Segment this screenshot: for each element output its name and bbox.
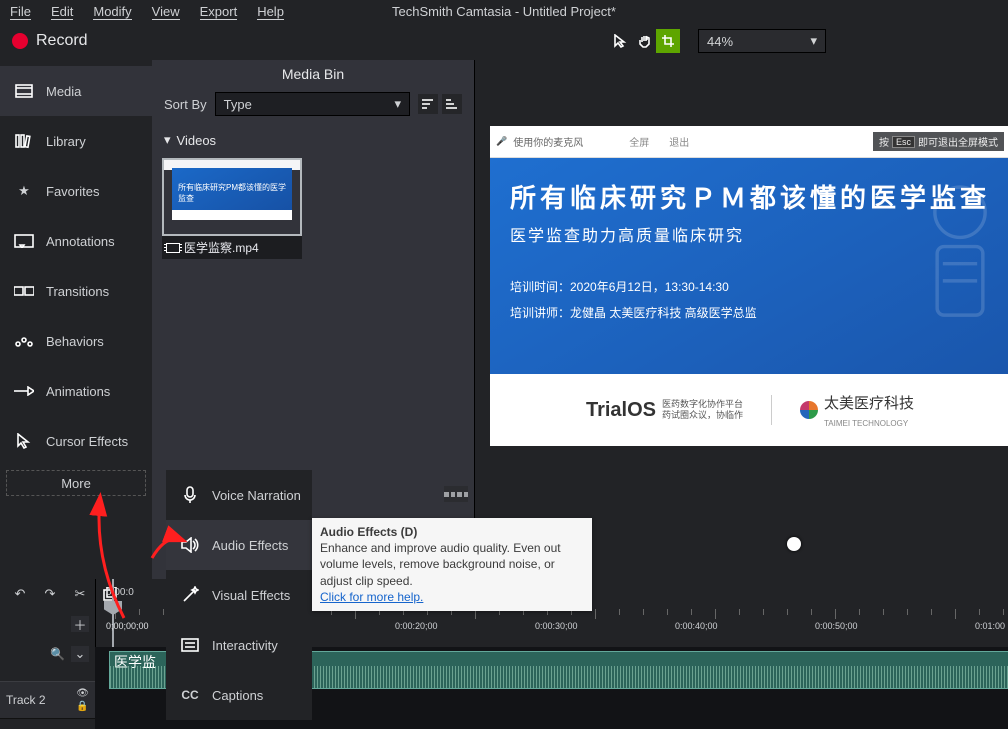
playhead-time: 0;00;00;00 — [106, 621, 149, 631]
cut-button[interactable]: ✂ — [70, 584, 90, 604]
sidebar-item-library[interactable]: Library — [0, 116, 152, 166]
sidebar-item-favorites[interactable]: ★ Favorites — [0, 166, 152, 216]
undo-button[interactable]: ↶ — [10, 584, 30, 604]
app-title: TechSmith Camtasia - Untitled Project* — [392, 4, 616, 19]
sort-by-label: Sort By — [164, 97, 207, 112]
record-icon — [12, 33, 28, 49]
sort-asc-icon[interactable] — [418, 94, 438, 114]
star-icon: ★ — [14, 181, 34, 201]
pan-tool[interactable] — [632, 29, 656, 53]
sidebar-item-media[interactable]: Media — [0, 66, 152, 116]
track-visible-icon[interactable]: 👁 — [76, 688, 89, 699]
menu-modify[interactable]: Modify — [93, 4, 131, 19]
menu-export[interactable]: Export — [200, 4, 238, 19]
wand-icon — [180, 586, 200, 604]
slide-logos: TrialOS 医药数字化协作平台药试圈众议，协临作 太美医疗科技TAIMEI … — [490, 374, 1008, 446]
redo-button[interactable]: ↷ — [40, 584, 60, 604]
zoom-select[interactable]: 44% ▾ — [698, 29, 826, 53]
tooltip-help-link[interactable]: Click for more help. — [320, 590, 423, 604]
behaviors-icon — [14, 331, 34, 351]
mic-icon — [180, 486, 200, 504]
slide-speaker: 培训讲师：龙健晶 太美医疗科技 高级医学总监 — [510, 304, 757, 321]
section-videos[interactable]: ▾ Videos — [152, 126, 474, 154]
more-interactivity[interactable]: Interactivity — [166, 620, 312, 670]
sort-desc-icon[interactable] — [442, 94, 462, 114]
more-voice-narration[interactable]: Voice Narration — [166, 470, 312, 520]
menu-edit[interactable]: Edit — [51, 4, 73, 19]
track-lock-icon[interactable]: 🔒 — [76, 701, 89, 712]
esc-hint: 按 Esc 即可退出全屏模式 — [873, 132, 1004, 151]
sidebar-item-behaviors[interactable]: Behaviors — [0, 316, 152, 366]
slide-time: 培训时间：2020年6月12日，13:30-14:30 — [510, 278, 729, 295]
transitions-icon — [14, 281, 34, 301]
annotations-icon — [14, 231, 34, 251]
more-audio-effects[interactable]: Audio Effects — [166, 520, 312, 570]
crop-tool[interactable] — [656, 29, 680, 53]
media-clip[interactable]: 所有临床研究PM都该懂的医学监查 医学监察.mp4 — [162, 158, 302, 259]
more-captions[interactable]: CC Captions — [166, 670, 312, 720]
chevron-down-icon: ▾ — [810, 33, 817, 49]
more-visual-effects[interactable]: Visual Effects — [166, 570, 312, 620]
menu-help[interactable]: Help — [257, 4, 284, 19]
animations-icon — [14, 381, 34, 401]
tooltip-audio-effects: Audio Effects (D) Enhance and improve au… — [312, 518, 592, 611]
sidebar-item-animations[interactable]: Animations — [0, 366, 152, 416]
sidebar-item-annotations[interactable]: Annotations — [0, 216, 152, 266]
record-button[interactable]: Record — [12, 32, 88, 50]
playhead-scrubber[interactable] — [787, 537, 801, 551]
slide-subtitle: 医学监查助力高质量临床研究 — [510, 222, 744, 246]
add-track-button[interactable]: ＋ — [71, 616, 89, 632]
track-header[interactable]: Track 2 👁 🔒 — [0, 681, 95, 719]
sort-select[interactable]: Type ▾ — [215, 92, 410, 116]
media-bin-title: Media Bin — [152, 60, 474, 88]
track-options-button[interactable]: ⌄ — [71, 646, 89, 662]
zoom-time: 0:00:0 — [106, 587, 134, 598]
view-grid-toggle[interactable] — [444, 486, 468, 502]
more-menu: Voice Narration Audio Effects Visual Eff… — [166, 470, 312, 720]
film-icon — [166, 243, 180, 253]
sidebar-item-cursor-effects[interactable]: Cursor Effects — [0, 416, 152, 466]
menu-file[interactable]: File — [10, 4, 31, 19]
cursor-icon — [14, 431, 34, 451]
sidebar-item-transitions[interactable]: Transitions — [0, 266, 152, 316]
sidebar-more-button[interactable]: More — [6, 470, 146, 496]
library-icon — [14, 131, 34, 151]
menu-view[interactable]: View — [152, 4, 180, 19]
select-tool[interactable] — [608, 29, 632, 53]
quiz-icon — [180, 638, 200, 652]
media-icon — [14, 81, 34, 101]
canvas-preview[interactable]: 🎤 使用你的麦克风 全屏 退出 按 Esc 即可退出全屏模式 所有临床研究ＰＭ都… — [490, 126, 1008, 446]
chevron-down-icon: ▾ — [394, 96, 401, 112]
speaker-icon — [180, 537, 200, 553]
chevron-down-icon: ▾ — [164, 132, 171, 148]
cc-icon: CC — [180, 688, 200, 702]
